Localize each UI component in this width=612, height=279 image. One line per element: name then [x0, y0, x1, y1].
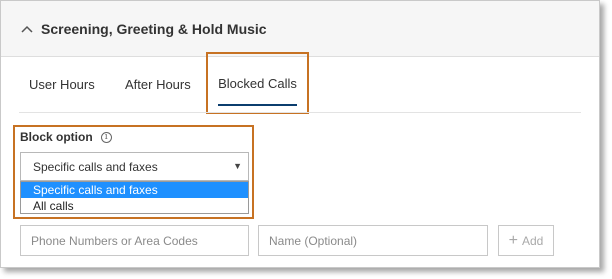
tab-label: After Hours [125, 76, 191, 92]
option-all-calls[interactable]: All calls [21, 198, 248, 214]
option-specific-calls[interactable]: Specific calls and faxes [21, 182, 248, 198]
add-label: Add [521, 233, 544, 248]
active-tab-indicator [218, 104, 297, 106]
plus-icon: + [508, 231, 518, 249]
block-option-dropdown: Specific calls and faxes All calls [20, 181, 249, 214]
phone-placeholder: Phone Numbers or Area Codes [31, 233, 198, 248]
tab-blocked-calls[interactable]: Blocked Calls [206, 52, 309, 114]
add-button[interactable]: + Add [498, 225, 554, 256]
info-icon[interactable]: i [100, 131, 112, 143]
tab-after-hours[interactable]: After Hours [125, 57, 191, 111]
phone-numbers-input[interactable]: Phone Numbers or Area Codes [20, 225, 249, 256]
block-option-label-text: Block option [20, 130, 93, 144]
name-placeholder: Name (Optional) [269, 233, 358, 248]
block-option-select[interactable]: Specific calls and faxes ▼ [20, 152, 249, 181]
dropdown-arrow-icon[interactable]: ▼ [233, 161, 242, 171]
tab-user-hours[interactable]: User Hours [29, 57, 95, 111]
tab-label: Blocked Calls [218, 75, 297, 91]
section-header[interactable]: Screening, Greeting & Hold Music [1, 1, 599, 57]
block-option-label: Block option i [20, 130, 112, 144]
tab-label: User Hours [29, 76, 95, 92]
settings-panel: Screening, Greeting & Hold Music User Ho… [0, 0, 600, 268]
tabs-divider [19, 112, 581, 113]
chevron-up-icon[interactable] [21, 22, 35, 36]
tab-bar: User Hours After Hours Blocked Calls [1, 52, 599, 114]
section-title: Screening, Greeting & Hold Music [41, 20, 267, 37]
name-input[interactable]: Name (Optional) [258, 225, 488, 256]
select-value: Specific calls and faxes [33, 159, 158, 174]
